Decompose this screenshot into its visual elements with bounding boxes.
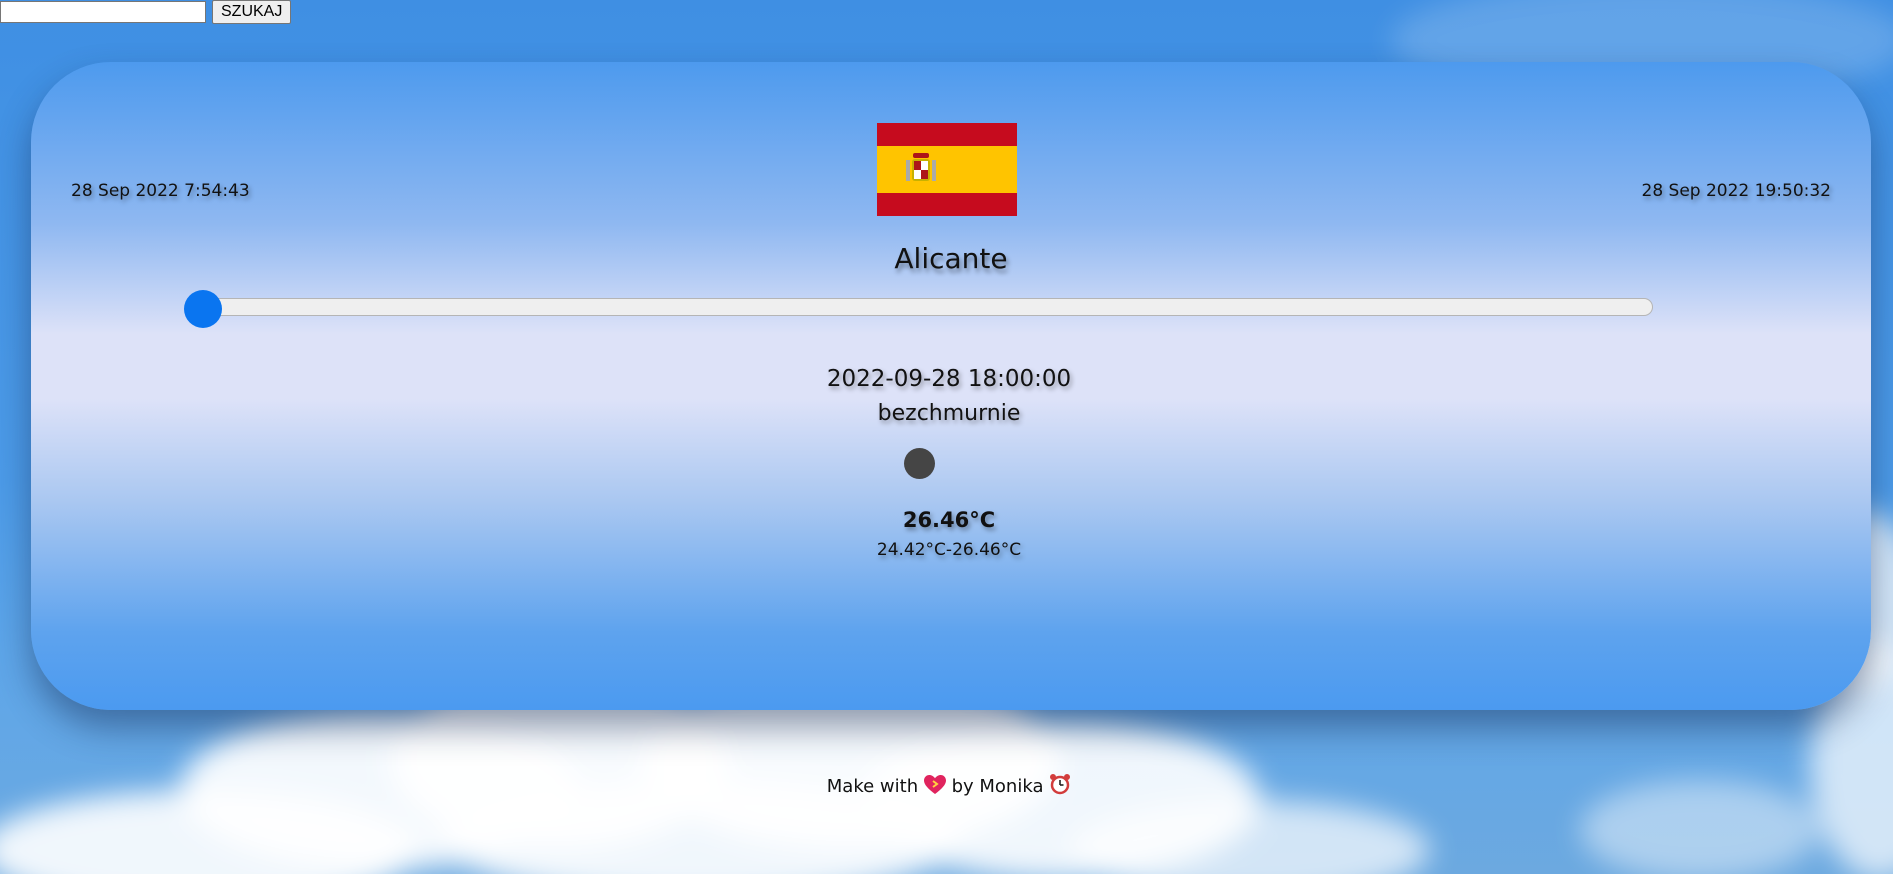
search-bar: SZUKAJ bbox=[0, 0, 292, 24]
sunset-time: 28 Sep 2022 19:50:32 bbox=[1641, 181, 1832, 201]
weather-description: bezchmurnie bbox=[877, 401, 1021, 426]
spain-flag-icon bbox=[877, 123, 1017, 216]
city-search-input[interactable] bbox=[0, 1, 206, 23]
forecast-datetime: 2022-09-28 18:00:00 bbox=[826, 366, 1072, 392]
footer-text-after: by Monika bbox=[951, 776, 1044, 797]
forecast-slider-thumb[interactable] bbox=[184, 290, 222, 328]
footer: Make with by Monika bbox=[5, 773, 1893, 797]
sunrise-time: 28 Sep 2022 7:54:43 bbox=[71, 181, 250, 201]
alarm-clock-icon bbox=[1050, 774, 1071, 795]
forecast-slider-track[interactable] bbox=[185, 298, 1653, 316]
heart-icon bbox=[923, 775, 946, 794]
current-temperature: 26.46°C bbox=[902, 508, 996, 532]
city-name: Alicante bbox=[894, 242, 1008, 275]
weather-icon bbox=[904, 448, 935, 479]
footer-text-before: Make with bbox=[826, 776, 919, 797]
temperature-range: 24.42°C-26.46°C bbox=[876, 540, 1022, 560]
search-button[interactable]: SZUKAJ bbox=[212, 0, 292, 24]
